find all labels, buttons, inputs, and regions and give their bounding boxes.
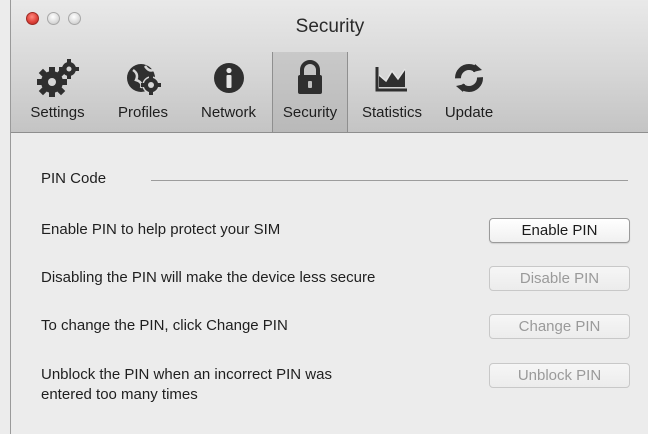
info-icon xyxy=(212,58,246,98)
unblock-pin-button[interactable]: Unblock PIN xyxy=(489,363,630,388)
gears-icon xyxy=(35,58,81,98)
tab-profiles[interactable]: Profiles xyxy=(101,52,185,132)
disable-pin-button[interactable]: Disable PIN xyxy=(489,266,630,291)
unblock-pin-description-line-2: entered too many times xyxy=(41,386,198,403)
tab-network-label: Network xyxy=(200,104,256,121)
window-title: Security xyxy=(295,16,365,37)
tab-security-label: Security xyxy=(282,104,338,121)
tab-update-label: Update xyxy=(444,104,494,121)
security-pane: PIN Code Enable PIN to help protect your… xyxy=(11,133,648,434)
tab-update[interactable]: Update xyxy=(436,52,502,132)
globe-gear-icon xyxy=(123,58,163,98)
unblock-pin-description-line-1: Unblock the PIN when an incorrect PIN wa… xyxy=(41,366,332,383)
tab-security[interactable]: Security xyxy=(272,52,348,132)
change-pin-description: To change the PIN, click Change PIN xyxy=(41,317,288,334)
tab-profiles-label: Profiles xyxy=(117,104,169,121)
tab-statistics-label: Statistics xyxy=(361,104,422,121)
lock-icon xyxy=(295,58,325,98)
tab-network[interactable]: Network xyxy=(185,52,272,132)
refresh-icon xyxy=(453,58,485,98)
section-divider xyxy=(151,180,628,181)
enable-pin-button[interactable]: Enable PIN xyxy=(489,218,630,243)
toolbar-tabs: Settings Profiles Network Security Stati… xyxy=(14,52,502,132)
disable-pin-description: Disabling the PIN will make the device l… xyxy=(41,269,376,286)
tab-settings[interactable]: Settings xyxy=(14,52,101,132)
tab-settings-label: Settings xyxy=(30,104,85,121)
tab-statistics[interactable]: Statistics xyxy=(348,52,436,132)
pin-code-heading: PIN Code xyxy=(41,170,107,187)
window-toolbar: Security Settings Profiles Network Secur… xyxy=(11,0,648,133)
security-window: Security Settings Profiles Network Secur… xyxy=(10,0,648,434)
unblock-pin-description: Unblock the PIN when an incorrect PIN wa… xyxy=(41,365,332,405)
graph-icon xyxy=(374,58,410,98)
change-pin-button[interactable]: Change PIN xyxy=(489,314,630,339)
enable-pin-description: Enable PIN to help protect your SIM xyxy=(41,221,281,238)
